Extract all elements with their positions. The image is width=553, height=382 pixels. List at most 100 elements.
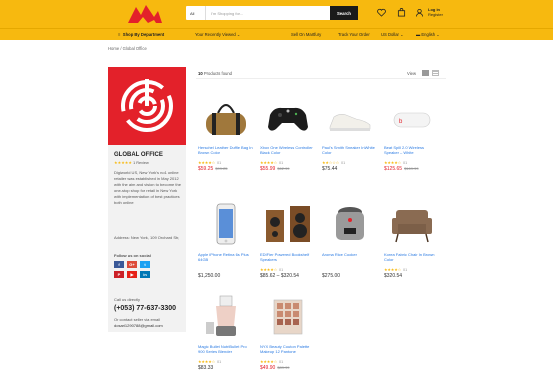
product-card[interactable]: Paul's Smith Sneaker InWhite Color ★★☆☆☆… [322, 93, 378, 172]
account-links[interactable]: Log in Register [428, 7, 458, 17]
store-logo [108, 67, 186, 145]
language-label: English [421, 32, 436, 37]
product-name[interactable]: Magic Bullet NutriBullet Pro 900 Series … [198, 344, 254, 359]
shop-by-department-menu[interactable]: ≡ Shop By Department [118, 32, 164, 37]
currency-select[interactable]: US Dollar ⌄ [381, 32, 404, 37]
store-name: GLOBAL OFFICE [114, 152, 163, 158]
product-price: $125.65 [384, 166, 403, 172]
product-image[interactable] [322, 200, 378, 250]
rating-count: 01 [403, 268, 408, 272]
product-image[interactable] [198, 292, 254, 342]
product-image[interactable] [198, 200, 254, 250]
email-label: Or contact seller via email [114, 317, 161, 322]
track-order-link[interactable]: Track Your Order [338, 32, 370, 37]
product-card[interactable]: b Beat Spill 2.0 Wireless Speaker – Whit… [384, 93, 440, 172]
store-phone[interactable]: (+053) 77-637-3300 [114, 305, 176, 312]
pinterest-icon[interactable]: P [114, 271, 124, 278]
product-old-price: $99.25 [215, 166, 228, 171]
product-name[interactable]: Xbox One Wireless Controller Black Color [260, 145, 316, 160]
product-image[interactable] [260, 93, 316, 143]
sell-link[interactable]: Sell On Martfury [291, 32, 321, 37]
product-old-price: $62.99 [277, 166, 290, 171]
product-card[interactable]: Magic Bullet NutriBullet Pro 900 Series … [198, 292, 254, 371]
product-card[interactable]: Korea Fabric Chair In Brown Color ★★★★☆ 0… [384, 200, 440, 279]
grid-view-icon[interactable] [422, 70, 429, 76]
product-card[interactable]: Herschel Leather Duffle Bag In Brown Col… [198, 93, 254, 172]
contact-label: Call us directly [114, 297, 141, 302]
youtube-icon[interactable]: ▶ [127, 271, 137, 278]
facebook-icon[interactable]: f [114, 261, 124, 268]
product-old-price: $169.99 [404, 166, 419, 171]
language-select[interactable]: ▬ English ⌄ [416, 32, 440, 37]
product-old-price: $89.99 [277, 365, 290, 370]
product-price: $49.90 [260, 365, 276, 371]
search-input[interactable]: I'm Shopping for... [206, 11, 330, 16]
product-price: $320.54 [384, 273, 403, 279]
product-image[interactable]: b [384, 93, 440, 143]
product-card[interactable]: Xbox One Wireless Controller Black Color… [260, 93, 316, 172]
store-review-count[interactable]: 1 Review [133, 161, 149, 165]
currency-label: US Dollar [381, 32, 399, 37]
product-name[interactable]: Beat Spill 2.0 Wireless Speaker – White [384, 145, 440, 160]
product-image[interactable] [260, 200, 316, 250]
product-name[interactable]: NYX Beauty Couton Palette Makeup 12 Pant… [260, 344, 316, 359]
product-card[interactable]: EDIFier Powered Bookshelf Speakers ★★★★☆… [260, 200, 316, 279]
product-price: $1,250.00 [198, 273, 221, 279]
products-found: 10 Products found [198, 71, 232, 76]
product-price: $83.33 [198, 365, 214, 371]
product-card[interactable]: Aroma Rice Cooker $275.00 [322, 200, 378, 279]
store-email[interactable]: dosari1290788@gmail.com [114, 323, 163, 328]
store-description: Digiworld US, New York's no1 online reta… [114, 170, 181, 205]
rating-count: 01 [279, 161, 284, 165]
site-logo[interactable] [128, 3, 162, 23]
product-card[interactable]: NYX Beauty Couton Palette Makeup 12 Pant… [260, 292, 316, 371]
main-nav: ≡ Shop By Department Your Recently Viewe… [0, 28, 553, 40]
product-name[interactable]: Paul's Smith Sneaker InWhite Color [322, 145, 378, 160]
product-image[interactable] [198, 93, 254, 143]
store-sidebar: GLOBAL OFFICE ★★★★★ 1 Review Digiworld U… [108, 67, 186, 332]
linkedin-icon[interactable]: in [140, 271, 150, 278]
product-card[interactable]: Apple iPhone Retina 6s Plus 64GB $1,250.… [198, 200, 254, 279]
product-image[interactable] [384, 200, 440, 250]
follow-label: Follow us on social [114, 253, 151, 258]
top-header: All I'm Shopping for... Search Log in Re… [0, 0, 553, 28]
product-price: $275.00 [322, 273, 341, 279]
cart-bag-icon[interactable] [397, 8, 406, 17]
recently-viewed-menu[interactable]: Your Recently Viewed ⌄ [195, 32, 240, 37]
product-name[interactable]: Korea Fabric Chair In Brown Color [384, 252, 440, 267]
rating-stars: ★★★★☆ [384, 161, 402, 165]
rating-count: 01 [279, 360, 284, 364]
list-view-icon[interactable] [432, 70, 439, 76]
wishlist-heart-icon[interactable] [377, 8, 386, 17]
product-image[interactable] [322, 93, 378, 143]
search-button[interactable]: Search [330, 6, 358, 20]
product-image[interactable] [260, 292, 316, 342]
product-name[interactable]: Aroma Rice Cooker [322, 252, 378, 267]
rating-stars: ★★☆☆☆ [322, 161, 340, 165]
product-name[interactable]: EDIFier Powered Bookshelf Speakers [260, 252, 316, 267]
search-bar: All I'm Shopping for... Search [186, 6, 358, 20]
rating-count: 01 [217, 161, 222, 165]
rating-stars: ★★★★☆ [260, 360, 278, 364]
product-price: $85.62 – $320.54 [260, 273, 299, 279]
user-account-icon[interactable] [415, 8, 424, 17]
rating-count: 01 [217, 360, 222, 364]
rating-stars: ★★★★☆ [260, 161, 278, 165]
store-rating-stars: ★★★★★ [114, 161, 133, 165]
rating-count: 01 [279, 268, 284, 272]
rating-stars: ★★★★☆ [198, 161, 216, 165]
rating-stars: ★★★★☆ [260, 268, 278, 272]
product-name[interactable]: Apple iPhone Retina 6s Plus 64GB [198, 252, 254, 267]
twitter-icon[interactable]: t [140, 261, 150, 268]
product-name[interactable]: Herschel Leather Duffle Bag In Brown Col… [198, 145, 254, 160]
search-category-select[interactable]: All [186, 6, 206, 20]
breadcrumb[interactable]: Home / Global Office [108, 46, 147, 51]
rating-count: 01 [403, 161, 408, 165]
store-rating: ★★★★★ 1 Review [114, 160, 149, 165]
product-price: $55.99 [260, 166, 276, 172]
register-link[interactable]: Register [428, 12, 458, 17]
rating-stars: ★★★★☆ [384, 268, 402, 272]
google-plus-icon[interactable]: G+ [127, 261, 137, 268]
product-price: $75.44 [322, 166, 338, 172]
product-toolbar: 10 Products found View [196, 69, 446, 79]
